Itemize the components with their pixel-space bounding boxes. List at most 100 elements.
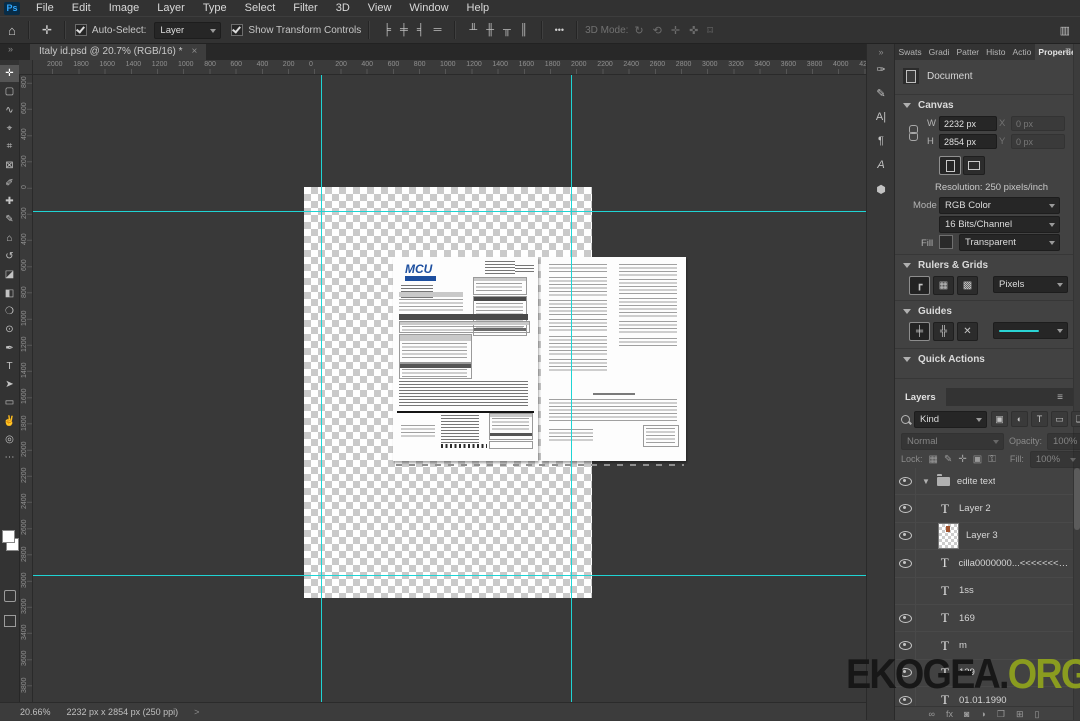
- paragraph-panel-icon[interactable]: ¶: [867, 132, 895, 150]
- tab-gradi[interactable]: Gradi: [925, 44, 953, 60]
- new-layer-icon[interactable]: ⊞: [1016, 709, 1024, 720]
- align-right-icon[interactable]: ╡: [417, 24, 425, 36]
- character-panel-icon[interactable]: A|: [867, 108, 895, 126]
- menu-view[interactable]: View: [359, 0, 401, 16]
- zoom-tool[interactable]: ◎: [0, 431, 19, 448]
- ruler-horizontal[interactable]: 2000 1800 1600 1400 1200 1000 800 600 400 200 0 200…: [19, 60, 866, 75]
- portrait-orientation-button[interactable]: [939, 156, 961, 175]
- eyedropper-tool[interactable]: ✐: [0, 175, 19, 192]
- section-canvas[interactable]: Canvas: [903, 100, 954, 111]
- frame-tool[interactable]: ⊠: [0, 157, 19, 174]
- bit-depth-dropdown[interactable]: 16 Bits/Channel: [939, 216, 1060, 233]
- healing-brush-tool[interactable]: ✚: [0, 193, 19, 210]
- clone-stamp-tool[interactable]: ⌂: [0, 230, 19, 247]
- foreground-color-swatch[interactable]: [2, 530, 15, 543]
- brushes-icon[interactable]: ✎: [867, 84, 895, 102]
- tab-patter[interactable]: Patter: [953, 44, 983, 60]
- tab-swats[interactable]: Swats: [895, 44, 925, 60]
- link-layers-icon[interactable]: ∞: [929, 709, 935, 719]
- more-options-icon[interactable]: •••: [550, 25, 569, 35]
- align-middle-icon[interactable]: ╫: [486, 24, 494, 36]
- blur-tool[interactable]: ❍: [0, 303, 19, 320]
- filter-shape-layers-icon[interactable]: ▭: [1051, 411, 1068, 427]
- layer-body[interactable]: Tcilla0000000...<<<<<<<<0 d: [916, 555, 1073, 571]
- layer-body[interactable]: Layer 3: [916, 522, 998, 549]
- status-expand-icon[interactable]: >: [194, 707, 199, 717]
- crop-tool[interactable]: ⌗: [0, 138, 19, 155]
- workspace-icon[interactable]: ▥: [1060, 24, 1070, 37]
- layer-style-icon[interactable]: fx: [946, 709, 953, 719]
- guide-vertical-2[interactable]: [571, 74, 572, 702]
- new-group-icon[interactable]: ❒: [997, 709, 1005, 720]
- lock-position-icon[interactable]: ✛: [958, 454, 966, 465]
- layer-row[interactable]: T 1ss: [895, 577, 1073, 605]
- section-guides[interactable]: Guides: [903, 306, 952, 317]
- toggle-grid-icon[interactable]: ▦: [933, 276, 954, 295]
- layer-body[interactable]: ▼ edite text: [916, 473, 995, 487]
- filter-smart-objects-icon[interactable]: ❏: [1071, 411, 1080, 427]
- menu-filter[interactable]: Filter: [284, 0, 326, 16]
- visibility-toggle[interactable]: [895, 550, 916, 577]
- type-tool[interactable]: T: [0, 358, 19, 375]
- blend-mode-dropdown[interactable]: Normal: [901, 432, 1004, 450]
- section-quick-actions[interactable]: Quick Actions: [903, 354, 985, 365]
- adjustment-layer-icon[interactable]: ◑: [980, 709, 985, 719]
- brush-tool[interactable]: ✎: [0, 211, 19, 228]
- new-guide-layout-icon[interactable]: ╪: [909, 322, 930, 341]
- guide-vertical-1[interactable]: [321, 74, 322, 702]
- layer-row[interactable]: Layer 3: [895, 522, 1073, 551]
- visibility-toggle[interactable]: [895, 468, 916, 495]
- fill-checkbox[interactable]: [939, 235, 953, 249]
- filter-pixel-layers-icon[interactable]: ▣: [991, 411, 1008, 427]
- filter-type-layers-icon[interactable]: T: [1031, 411, 1048, 427]
- menu-select[interactable]: Select: [236, 0, 285, 16]
- expand-caret[interactable]: ▼: [922, 477, 930, 486]
- visibility-toggle[interactable]: [895, 577, 916, 604]
- align-top-icon[interactable]: ╨: [469, 24, 477, 36]
- menu-help[interactable]: Help: [458, 0, 499, 16]
- layer-body[interactable]: T 169: [916, 610, 975, 626]
- canvas-viewport[interactable]: MCU: [32, 74, 866, 702]
- clear-guides-icon[interactable]: ✕: [957, 322, 978, 341]
- tab-histo[interactable]: Histo: [983, 44, 1009, 60]
- filter-adjustment-layers-icon[interactable]: ◐: [1011, 411, 1028, 427]
- auto-select-dropdown[interactable]: Layer: [154, 21, 222, 39]
- eraser-tool[interactable]: ◪: [0, 266, 19, 283]
- zoom-level-field[interactable]: 20.66%: [20, 707, 51, 717]
- menu-file[interactable]: File: [27, 0, 63, 16]
- height-input[interactable]: 2854 px: [939, 134, 997, 149]
- lock-all-icon[interactable]: ⚿: [988, 454, 996, 465]
- move-tool[interactable]: ✛: [0, 65, 19, 82]
- units-dropdown[interactable]: Pixels: [993, 276, 1068, 293]
- glyphs-panel-icon[interactable]: A: [867, 156, 895, 174]
- guide-style-dropdown[interactable]: [993, 322, 1068, 339]
- 3d-panel-icon[interactable]: ⬢: [867, 180, 895, 198]
- history-brush-tool[interactable]: ↺: [0, 248, 19, 265]
- path-selection-tool[interactable]: ➤: [0, 376, 19, 393]
- fill-input[interactable]: 100%: [1029, 450, 1080, 468]
- delete-layer-icon[interactable]: ▯: [1034, 709, 1039, 720]
- document-tab[interactable]: Italy id.psd @ 20.7% (RGB/16) * ×: [30, 42, 207, 60]
- fill-dropdown[interactable]: Transparent: [959, 234, 1060, 251]
- hand-tool[interactable]: ✌: [0, 413, 19, 430]
- show-transform-checkbox[interactable]: [231, 24, 244, 36]
- lock-pixels-icon[interactable]: ✎: [944, 454, 952, 465]
- gradient-tool[interactable]: ◧: [0, 285, 19, 302]
- menu-type[interactable]: Type: [194, 0, 236, 16]
- color-mode-dropdown[interactable]: RGB Color: [939, 197, 1060, 214]
- close-tab-icon[interactable]: ×: [192, 46, 198, 57]
- distribute-v-icon[interactable]: ║: [520, 24, 528, 36]
- snap-icon[interactable]: ▩: [957, 276, 978, 295]
- kind-dropdown[interactable]: Kind: [914, 410, 987, 428]
- layer-row[interactable]: Tcilla0000000...<<<<<<<<0 d: [895, 550, 1073, 578]
- menu-3d[interactable]: 3D: [327, 0, 359, 16]
- visibility-toggle[interactable]: [895, 522, 916, 550]
- x-input[interactable]: 0 px: [1011, 116, 1065, 131]
- width-input[interactable]: 2232 px: [939, 116, 997, 131]
- align-left-icon[interactable]: ╞: [383, 24, 391, 36]
- layers-tab[interactable]: Layers: [895, 388, 946, 406]
- screen-mode-button[interactable]: [4, 615, 16, 627]
- menu-window[interactable]: Window: [400, 0, 457, 16]
- align-bottom-icon[interactable]: ╥: [503, 24, 511, 36]
- layer-body[interactable]: T Layer 2: [916, 501, 991, 517]
